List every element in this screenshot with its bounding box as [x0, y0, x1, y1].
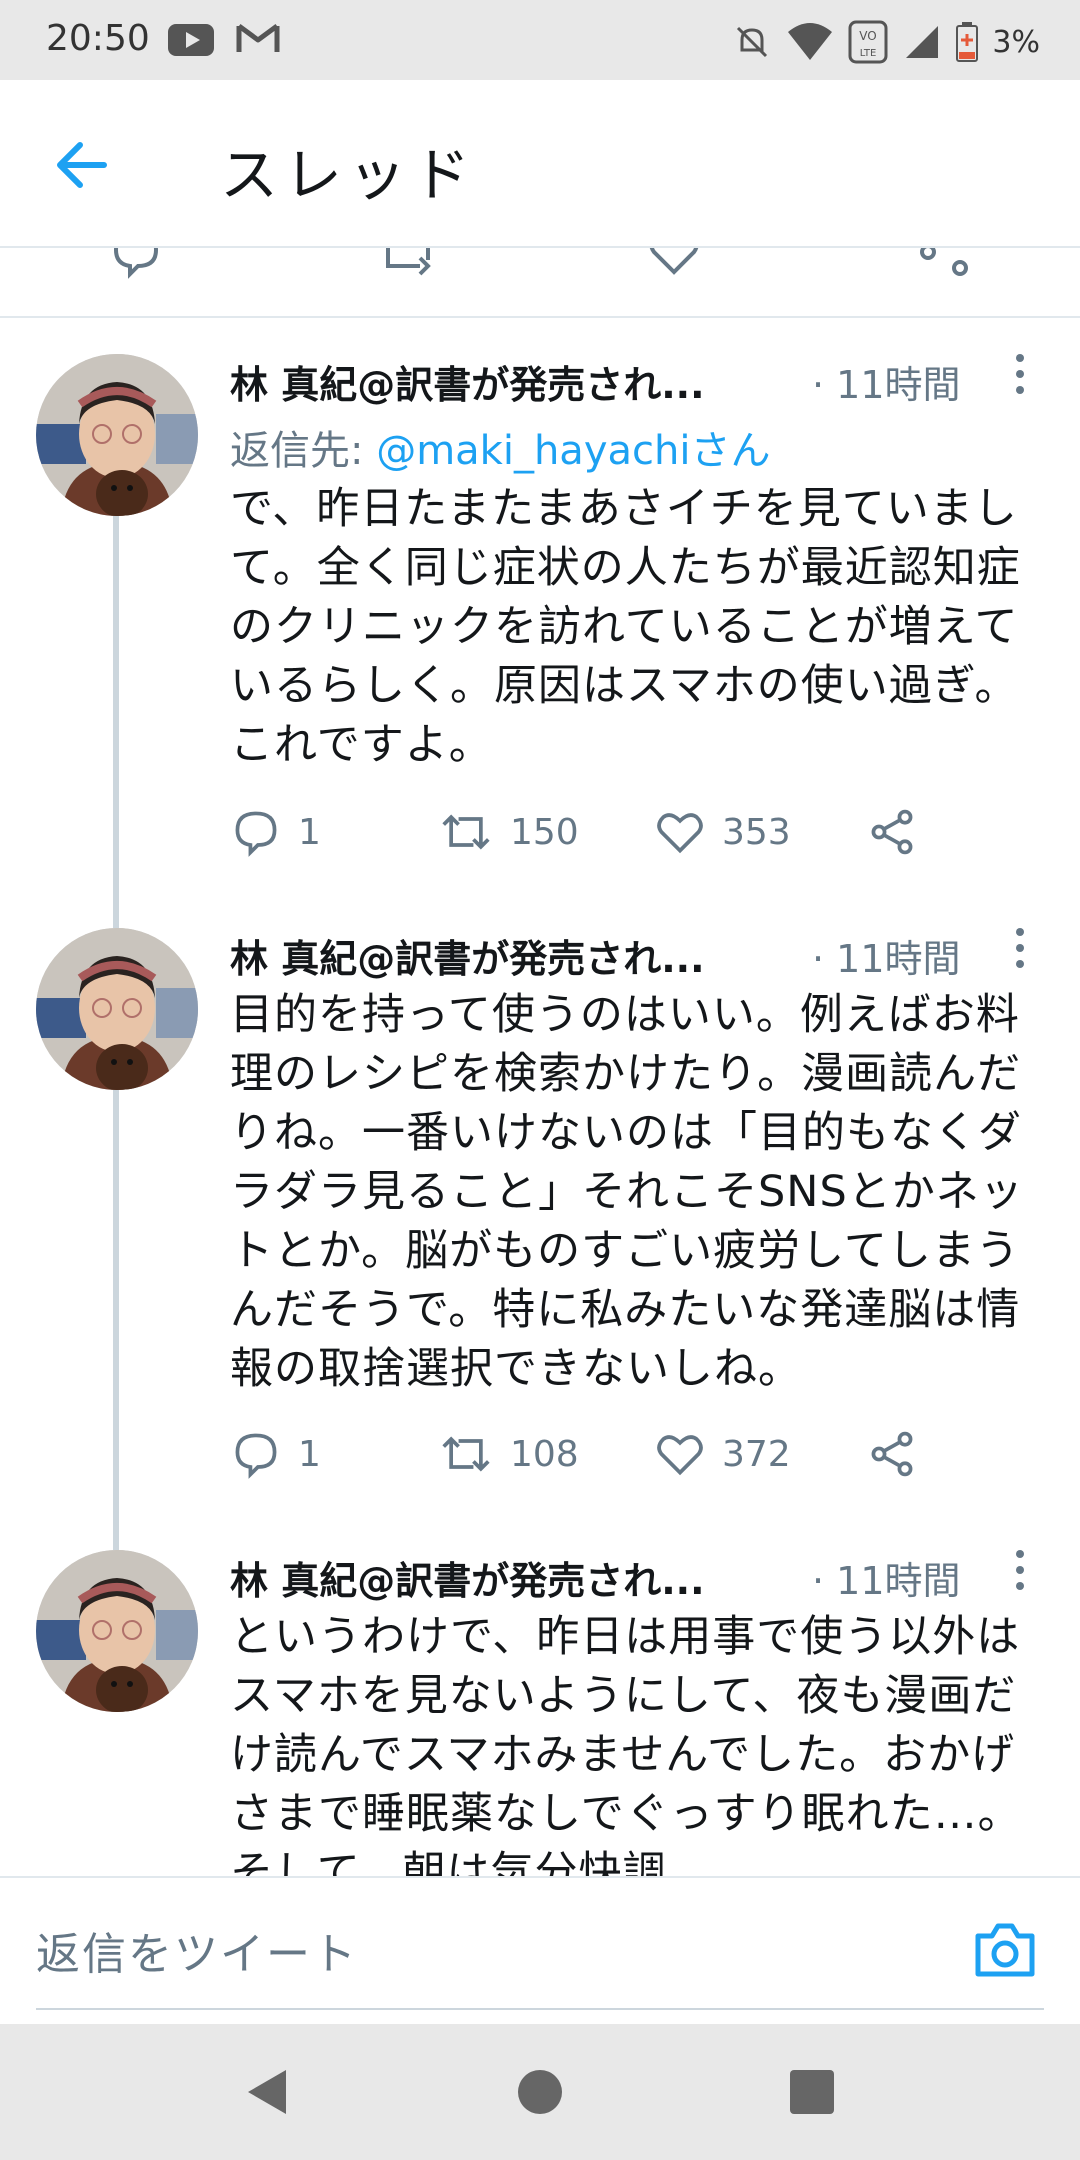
page-title: スレッド: [220, 141, 477, 209]
more-options-icon[interactable]: [1008, 1546, 1032, 1594]
back-arrow-icon[interactable]: [48, 130, 118, 200]
tweet-timestamp: · 11時間: [812, 363, 961, 407]
tweet-author-name[interactable]: 林 真紀@訳書が発売され...: [230, 1550, 705, 1605]
tweet-actions: 1 108 372: [230, 1424, 1030, 1484]
recents-square-icon[interactable]: [784, 2064, 840, 2120]
thread-line: [113, 1090, 119, 1514]
home-circle-icon[interactable]: [512, 2064, 568, 2120]
reply-mention-link[interactable]: @maki_hayachiさん: [376, 428, 770, 474]
reply-prefix: 返信先:: [230, 428, 377, 474]
tweet-text-line: いるらしく。原因はスマホの使い過ぎ。: [230, 661, 1019, 711]
tweet-text: 目的を持って使うのはいい。例えばお料 理のレシピを検索かけたり。漫画読んだ りね…: [230, 986, 1042, 1399]
thread-line: [113, 1514, 119, 1550]
tweet-text-line: て。全く同じ症状の人たちが最近認知症: [230, 543, 1021, 593]
more-options-icon[interactable]: [1008, 924, 1032, 972]
retweet-count: 108: [510, 1433, 579, 1475]
mute-icon: [737, 26, 768, 58]
reply-button[interactable]: 1: [230, 802, 321, 862]
tweet-author-name[interactable]: 林 真紀@訳書が発売され...: [230, 928, 705, 983]
reply-icon: [235, 1433, 277, 1479]
tweet[interactable]: 林 真紀@訳書が発売され... · 11時間 返信先: @maki_hayach…: [0, 320, 1080, 892]
tweet-text-line: さまで睡眠薬なしでぐっすり眠れた…。: [230, 1789, 1022, 1839]
status-time: 20:50: [46, 18, 150, 59]
gmail-icon: [236, 23, 280, 52]
tweet-text-line: 目的を持って使うのはいい。例えばお料: [230, 990, 1020, 1040]
tweet-text-line: そして、朝は気分快調。: [230, 1848, 711, 1876]
tweet-timestamp: · 11時間: [812, 937, 961, 981]
tweet-text: というわけで、昨日は用事で使う以外は スマホを見ないようにして、夜も漫画だ け読…: [230, 1608, 1042, 1876]
like-icon: [657, 1435, 703, 1476]
share-button[interactable]: [866, 802, 918, 862]
like-icon: [657, 813, 703, 854]
svg-text:LTE: LTE: [860, 48, 877, 59]
like-icon[interactable]: [646, 248, 702, 280]
tweet-text-line: け読んでスマホみませんでした。おかげ: [230, 1730, 1016, 1780]
like-count: 353: [722, 811, 791, 853]
like-count: 372: [722, 1433, 791, 1475]
tweet-text-line: のクリニックを訪れていることが増えて: [230, 602, 1019, 652]
avatar[interactable]: [36, 1550, 198, 1712]
reply-icon[interactable]: [108, 248, 164, 280]
avatar[interactable]: [36, 928, 198, 1090]
signal-icon: [906, 26, 939, 58]
thread-line: [113, 892, 119, 928]
tweet-text-line: というわけで、昨日は用事で使う以外は: [230, 1612, 1021, 1662]
battery-percent: 3%: [992, 24, 1040, 60]
retweet-icon[interactable]: [380, 248, 436, 280]
app-header: スレッド: [0, 80, 1080, 248]
reply-icon: [235, 811, 277, 857]
tweet-text-line: 理のレシピを検索かけたり。漫画読んだ: [230, 1049, 1022, 1099]
previous-tweet-actions: [0, 248, 1080, 318]
tweet[interactable]: 林 真紀@訳書が発売され... · 11時間 目的を持って使うのはいい。例えばお…: [0, 892, 1080, 1514]
retweet-icon: [442, 814, 490, 850]
reply-to-line: 返信先: @maki_hayachiさん: [230, 418, 770, 476]
more-options-icon[interactable]: [1008, 350, 1032, 398]
youtube-icon: [168, 24, 214, 56]
retweet-button[interactable]: 150: [438, 802, 579, 862]
reply-tweet-input[interactable]: 返信をツイート: [36, 1918, 358, 1982]
share-button[interactable]: [866, 1424, 918, 1484]
tweet-timestamp: · 11時間: [812, 1559, 961, 1603]
camera-icon[interactable]: [972, 1920, 1038, 1980]
share-icon: [871, 809, 913, 855]
tweet-text-line: スマホを見ないようにして、夜も漫画だ: [230, 1671, 1017, 1721]
like-button[interactable]: 372: [654, 1424, 791, 1484]
tweet-text-line: で、昨日たまたまあさイチを見ていまし: [230, 484, 1018, 534]
tweet-text-line: 報の取捨選択できないしね。: [230, 1344, 802, 1394]
wifi-icon: [788, 23, 833, 60]
like-button[interactable]: 353: [654, 802, 791, 862]
reply-input-underline: [36, 2008, 1044, 2010]
status-right-icons: VO LTE 3%: [732, 18, 1040, 66]
tweet-author-name[interactable]: 林 真紀@訳書が発売され...: [230, 354, 705, 409]
tweet-text: で、昨日たまたまあさイチを見ていまし て。全く同じ症状の人たちが最近認知症 のク…: [230, 480, 1042, 775]
reply-button[interactable]: 1: [230, 1424, 321, 1484]
back-triangle-icon[interactable]: [240, 2064, 296, 2120]
reply-count: 1: [298, 811, 321, 853]
retweet-button[interactable]: 108: [438, 1424, 579, 1484]
tweet-text-line: んだそうで。特に私みたいな発達脳は情: [230, 1285, 1021, 1335]
volte-icon: VO LTE: [848, 20, 888, 64]
system-nav-bar: [0, 2024, 1080, 2160]
retweet-count: 150: [510, 811, 579, 853]
share-icon: [871, 1431, 913, 1477]
reply-count: 1: [298, 1433, 321, 1475]
tweet[interactable]: 林 真紀@訳書が発売され... · 11時間 というわけで、昨日は用事で使う以外…: [0, 1514, 1080, 1876]
svg-text:VO: VO: [860, 29, 877, 43]
tweet-actions: 1 150 353: [230, 802, 1030, 862]
thread-line: [113, 516, 119, 892]
tweet-text-line: りね。一番いけないのは「目的もなくダ: [230, 1108, 1022, 1158]
status-bar: 20:50 VO LTE 3%: [0, 0, 1080, 80]
tweet-text-line: これですよ。: [230, 720, 493, 770]
retweet-icon: [442, 1436, 490, 1472]
share-icon[interactable]: [916, 248, 972, 280]
tweet-text-line: ラダラ見ること」それこそSNSとかネッ: [230, 1167, 1024, 1217]
reply-bar: 返信をツイート: [0, 1876, 1080, 2024]
battery-icon: [956, 22, 979, 62]
tweet-text-line: トとか。脳がものすごい疲労してしまう: [230, 1226, 1020, 1276]
avatar[interactable]: [36, 354, 198, 516]
